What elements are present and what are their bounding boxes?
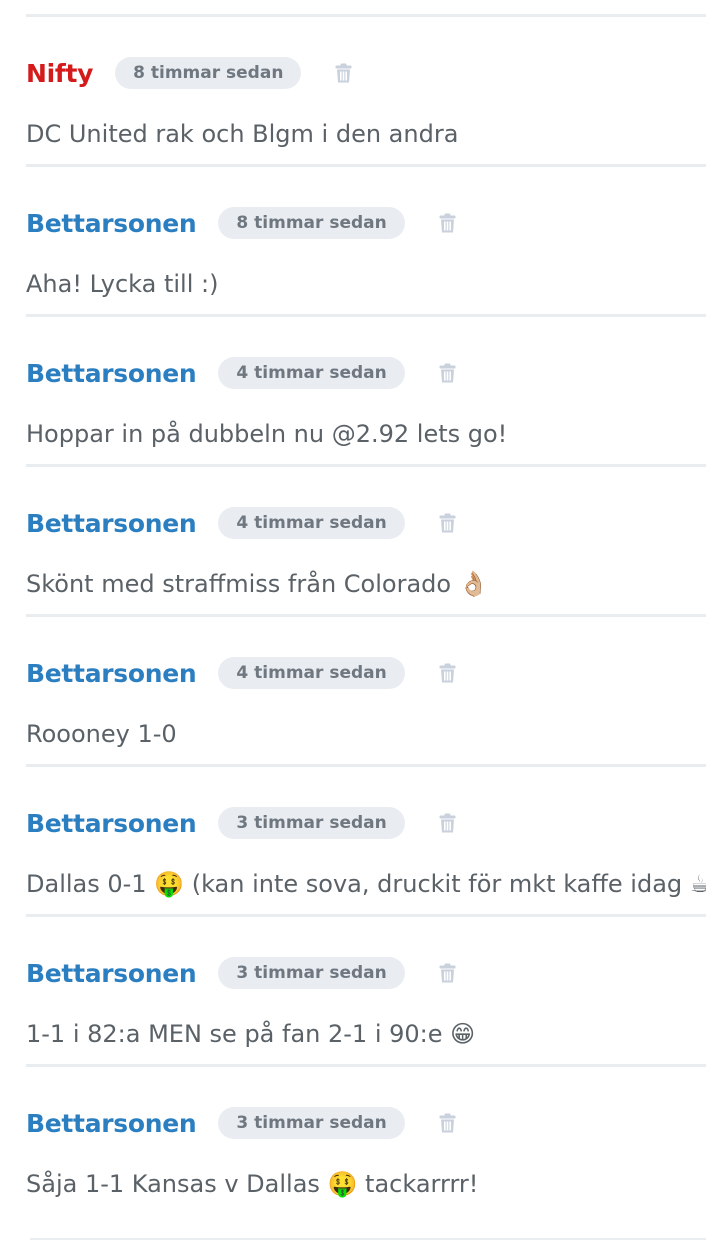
trash-icon[interactable] xyxy=(439,813,456,833)
comment-author[interactable]: Bettarsonen xyxy=(26,209,197,238)
comment-text: DC United rak och Blgm i den andra xyxy=(26,120,459,148)
trash-icon[interactable] xyxy=(439,663,456,683)
timestamp-badge: 8 timmar sedan xyxy=(218,207,405,239)
comment-author[interactable]: Bettarsonen xyxy=(26,1109,197,1138)
comment-text: Dallas 0-1 🤑 (kan inte sova, druckit för… xyxy=(26,870,706,898)
comment-header: Bettarsonen 3 timmar sedan xyxy=(26,956,456,990)
timestamp-badge: 8 timmar sedan xyxy=(115,57,302,89)
timestamp-badge: 4 timmar sedan xyxy=(218,507,405,539)
comment-header: Bettarsonen 8 timmar sedan xyxy=(26,206,456,240)
comment-text: 1-1 i 82:a MEN se på fan 2-1 i 90:e 😁 xyxy=(26,1020,476,1048)
comment-text: Hoppar in på dubbeln nu @2.92 lets go! xyxy=(26,420,508,448)
comment-item: Bettarsonen 4 timmar sedan Hoppar in på … xyxy=(26,317,706,467)
comment-text: Aha! Lycka till :) xyxy=(26,270,219,298)
comment-text: Roooney 1-0 xyxy=(26,720,177,748)
comment-item: Bettarsonen 4 timmar sedan Skönt med str… xyxy=(26,467,706,617)
comment-header: Bettarsonen 4 timmar sedan xyxy=(26,656,456,690)
comment-text: Såja 1-1 Kansas v Dallas 🤑 tackarrrr! xyxy=(26,1170,479,1198)
trash-icon[interactable] xyxy=(439,513,456,533)
comment-item: Nifty 8 timmar sedan DC United rak och B… xyxy=(26,17,706,167)
comment-item: Bettarsonen 3 timmar sedan 1-1 i 82:a ME… xyxy=(26,917,706,1067)
comment-item: Bettarsonen 8 timmar sedan Aha! Lycka ti… xyxy=(26,167,706,317)
comment-author[interactable]: Bettarsonen xyxy=(26,809,197,838)
timestamp-badge: 4 timmar sedan xyxy=(218,657,405,689)
comment-item: Bettarsonen 3 timmar sedan Såja 1-1 Kans… xyxy=(26,1067,706,1214)
trash-icon[interactable] xyxy=(439,213,456,233)
comment-list: Nifty 8 timmar sedan DC United rak och B… xyxy=(26,17,706,1214)
comment-header: Bettarsonen 3 timmar sedan xyxy=(26,1106,456,1140)
comment-author[interactable]: Bettarsonen xyxy=(26,509,197,538)
timestamp-badge: 3 timmar sedan xyxy=(218,957,405,989)
timestamp-badge: 4 timmar sedan xyxy=(218,357,405,389)
comment-author[interactable]: Bettarsonen xyxy=(26,659,197,688)
trash-icon[interactable] xyxy=(439,363,456,383)
comment-header: Bettarsonen 3 timmar sedan xyxy=(26,806,456,840)
comment-text: Skönt med straffmiss från Colorado 👌🏼 xyxy=(26,570,489,598)
trash-icon[interactable] xyxy=(335,63,352,83)
trash-icon[interactable] xyxy=(439,963,456,983)
trash-icon[interactable] xyxy=(439,1113,456,1133)
comment-author[interactable]: Bettarsonen xyxy=(26,359,197,388)
timestamp-badge: 3 timmar sedan xyxy=(218,807,405,839)
timestamp-badge: 3 timmar sedan xyxy=(218,1107,405,1139)
comment-author[interactable]: Nifty xyxy=(26,59,93,88)
comment-header: Bettarsonen 4 timmar sedan xyxy=(26,506,456,540)
comment-header: Bettarsonen 4 timmar sedan xyxy=(26,356,456,390)
comment-item: Bettarsonen 4 timmar sedan Roooney 1-0 xyxy=(26,617,706,767)
comment-author[interactable]: Bettarsonen xyxy=(26,959,197,988)
comment-item: Bettarsonen 3 timmar sedan Dallas 0-1 🤑 … xyxy=(26,767,706,917)
comment-header: Nifty 8 timmar sedan xyxy=(26,56,352,90)
